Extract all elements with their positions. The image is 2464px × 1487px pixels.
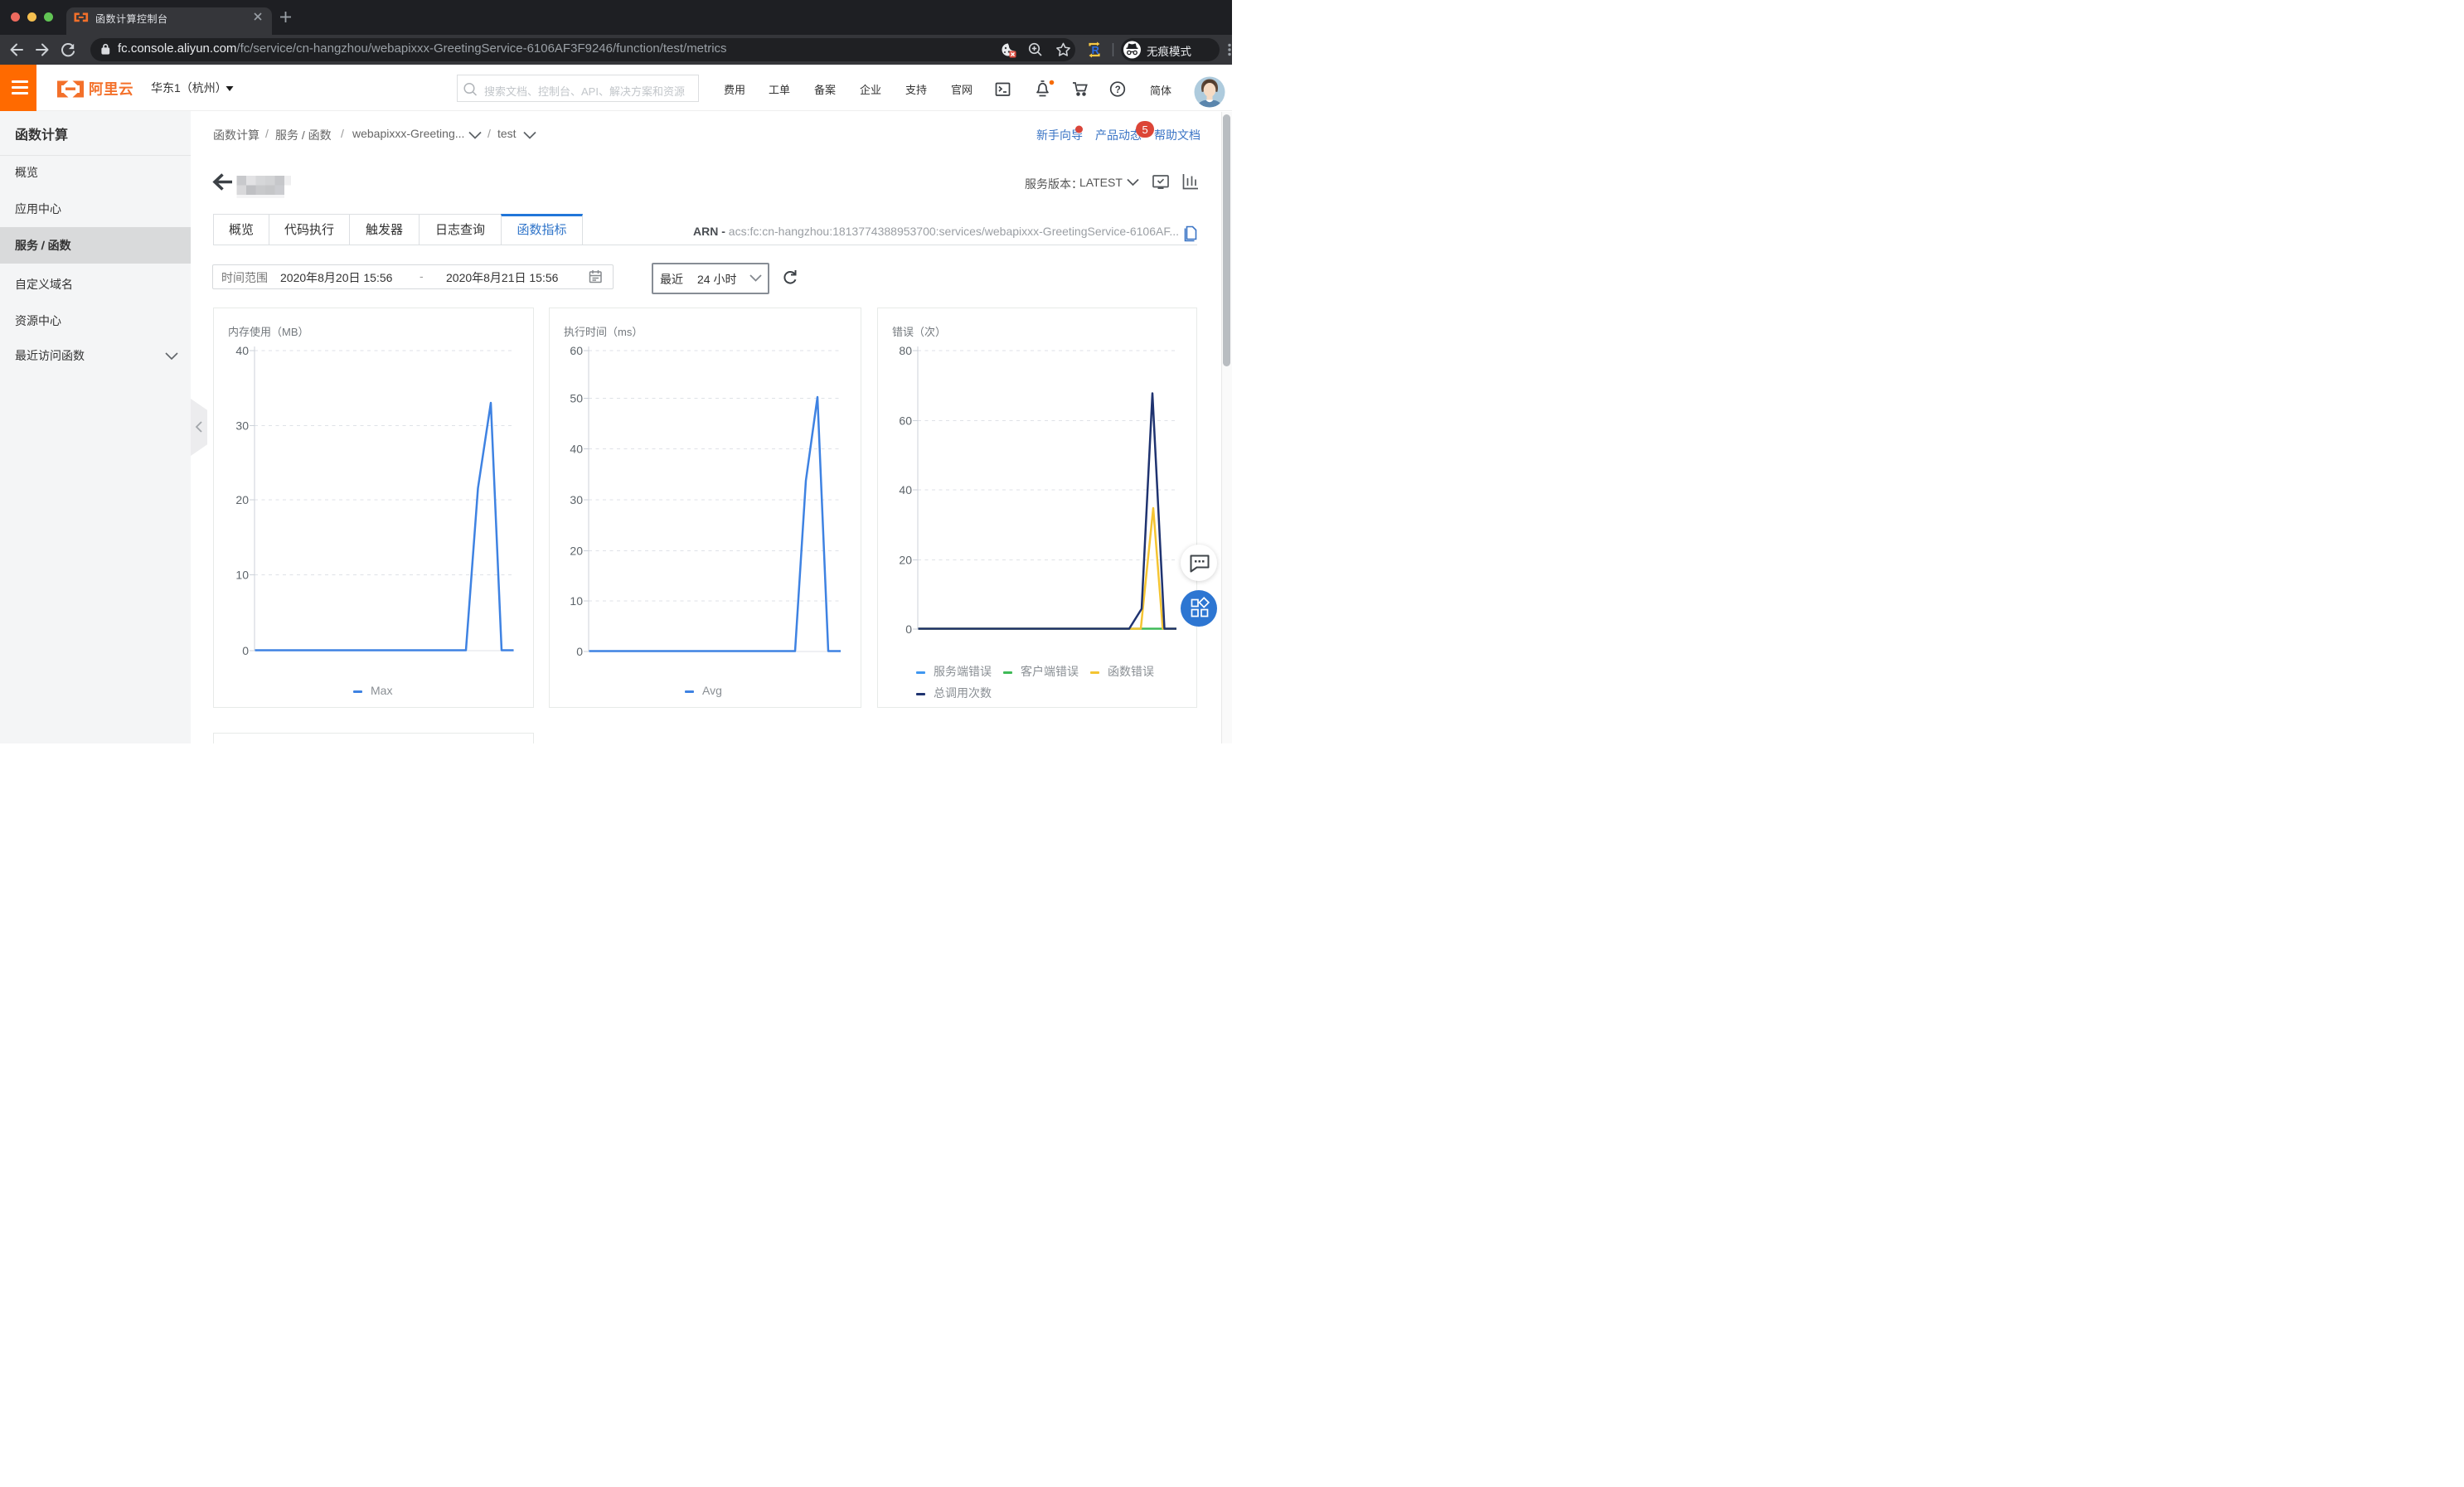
svg-text:0: 0 (242, 644, 249, 657)
svg-text:0: 0 (905, 622, 912, 636)
svg-text:80: 80 (899, 344, 912, 357)
svg-text:5: 5 (1142, 124, 1148, 136)
svg-text:40: 40 (899, 483, 912, 496)
svg-text:40: 40 (235, 344, 249, 357)
svg-text:30: 30 (570, 493, 583, 506)
svg-text:60: 60 (570, 344, 583, 357)
svg-text:20: 20 (570, 545, 583, 558)
svg-text:20: 20 (235, 493, 249, 506)
svg-text:40: 40 (570, 443, 583, 456)
svg-text:30: 30 (235, 419, 249, 433)
svg-text:0: 0 (576, 645, 583, 658)
svg-text:60: 60 (899, 414, 912, 428)
svg-text:20: 20 (899, 554, 912, 567)
svg-text:10: 10 (570, 594, 583, 608)
svg-text:10: 10 (235, 569, 249, 582)
svg-text:50: 50 (570, 392, 583, 405)
